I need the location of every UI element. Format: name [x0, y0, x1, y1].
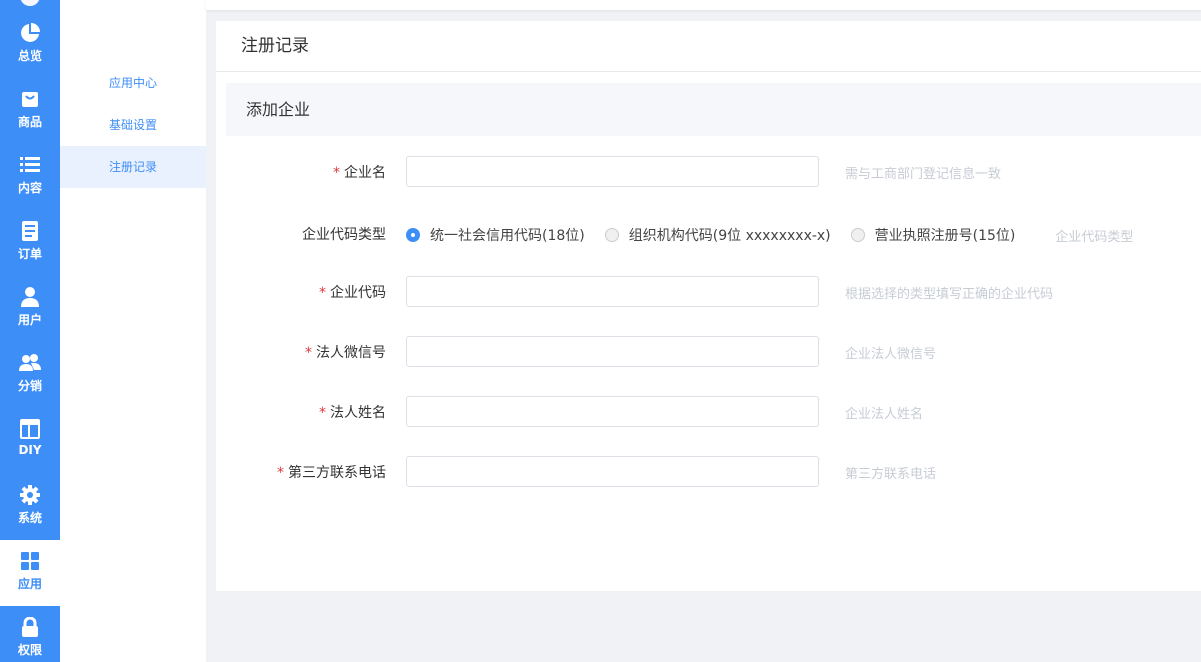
- main-nav: 总览 商品 内容 订单 用户 分销 DIY 系统 应用 权限: [0, 0, 60, 662]
- company-code-label: * 企业代码: [319, 285, 386, 301]
- form-row-code-type: 企业代码类型 统一社会信用代码(18位) 组织机构代码(9位 xxxxxxxx-…: [216, 218, 1201, 252]
- legal-wechat-label: * 法人微信号: [305, 345, 386, 361]
- legal-name-input[interactable]: [406, 396, 819, 427]
- nav-label: 总览: [17, 49, 42, 63]
- form-row-company-name: * 企业名 需与工商部门登记信息一致: [216, 156, 1201, 190]
- lock-icon: [19, 616, 41, 638]
- submenu-item-basic-settings[interactable]: 基础设置: [60, 104, 206, 146]
- radio-unified-credit-code[interactable]: 统一社会信用代码(18位): [406, 225, 585, 245]
- nav-item-apps[interactable]: 应用: [0, 540, 60, 606]
- radio-business-license[interactable]: 营业执照注册号(15位): [850, 225, 1015, 245]
- shopping-bag-icon: [19, 88, 41, 110]
- code-type-radio-group: 统一社会信用代码(18位) 组织机构代码(9位 xxxxxxxx-x) 营业执照…: [406, 218, 1133, 252]
- page-title: 注册记录: [216, 21, 1201, 72]
- list-icon: [19, 154, 41, 176]
- nav-top-partial-icon: [20, 0, 40, 6]
- form-row-legal-name: * 法人姓名 企业法人姓名: [216, 396, 1201, 430]
- legal-name-hint: 企业法人姓名: [845, 407, 924, 422]
- third-phone-hint: 第三方联系电话: [845, 467, 937, 482]
- code-type-label: 企业代码类型: [302, 227, 386, 243]
- nav-item-users[interactable]: 用户: [0, 276, 60, 342]
- form-row-legal-wechat: * 法人微信号 企业法人微信号: [216, 336, 1201, 370]
- company-name-input[interactable]: [406, 156, 819, 187]
- nav-item-distribution[interactable]: 分销: [0, 342, 60, 408]
- company-code-hint: 根据选择的类型填写正确的企业代码: [845, 287, 1054, 302]
- company-name-hint: 需与工商部门登记信息一致: [845, 167, 1002, 182]
- gear-icon: [19, 484, 41, 506]
- nav-item-content[interactable]: 内容: [0, 144, 60, 210]
- third-phone-input[interactable]: [406, 456, 819, 487]
- form-row-company-code: * 企业代码 根据选择的类型填写正确的企业代码: [216, 276, 1201, 310]
- nav-item-system[interactable]: 系统: [0, 474, 60, 540]
- required-mark: *: [305, 345, 312, 361]
- users-icon: [19, 352, 41, 374]
- apps-grid-icon: [19, 550, 41, 572]
- company-code-input[interactable]: [406, 276, 819, 307]
- required-mark: *: [333, 165, 340, 181]
- required-mark: *: [319, 405, 326, 421]
- nav-item-goods[interactable]: 商品: [0, 78, 60, 144]
- form-row-third-phone: * 第三方联系电话 第三方联系电话: [216, 456, 1201, 490]
- sub-menu: 应用中心 基础设置 注册记录: [60, 0, 206, 662]
- main-panel: 注册记录 添加企业 * 企业名 需与工商部门登记信息一致 企业代码类型 统一社会信…: [216, 21, 1201, 591]
- company-name-label: * 企业名: [333, 165, 386, 181]
- nav-label: 用户: [17, 313, 42, 327]
- radio-dot[interactable]: [406, 228, 420, 242]
- nav-item-overview[interactable]: 总览: [0, 12, 60, 78]
- nav-label: 系统: [17, 511, 42, 525]
- section-title: 添加企业: [226, 83, 1201, 136]
- user-icon: [19, 286, 41, 308]
- nav-label: 应用: [17, 577, 42, 591]
- legal-wechat-input[interactable]: [406, 336, 819, 367]
- layout-icon: [19, 418, 41, 440]
- nav-label: 商品: [17, 115, 42, 129]
- submenu-item-app-center[interactable]: 应用中心: [60, 62, 206, 104]
- nav-label: 内容: [17, 181, 42, 195]
- radio-dot[interactable]: [604, 228, 619, 242]
- pie-chart-icon: [19, 22, 41, 44]
- submenu-item-registration-records[interactable]: 注册记录: [60, 146, 206, 188]
- nav-item-diy[interactable]: DIY: [0, 408, 60, 474]
- radio-org-code[interactable]: 组织机构代码(9位 xxxxxxxx-x): [604, 225, 831, 245]
- nav-label: 权限: [17, 643, 42, 657]
- third-phone-label: * 第三方联系电话: [277, 465, 386, 481]
- document-icon: [19, 220, 41, 242]
- nav-label: 分销: [17, 379, 42, 393]
- required-mark: *: [319, 285, 326, 301]
- nav-label: DIY: [18, 443, 42, 457]
- legal-wechat-hint: 企业法人微信号: [845, 347, 937, 362]
- required-mark: *: [277, 465, 284, 481]
- nav-item-permissions[interactable]: 权限: [0, 606, 60, 662]
- nav-item-orders[interactable]: 订单: [0, 210, 60, 276]
- legal-name-label: * 法人姓名: [319, 405, 386, 421]
- top-bar: [206, 0, 1201, 10]
- code-type-hint: 企业代码类型: [1055, 229, 1134, 245]
- radio-dot[interactable]: [850, 228, 865, 242]
- nav-label: 订单: [17, 247, 42, 261]
